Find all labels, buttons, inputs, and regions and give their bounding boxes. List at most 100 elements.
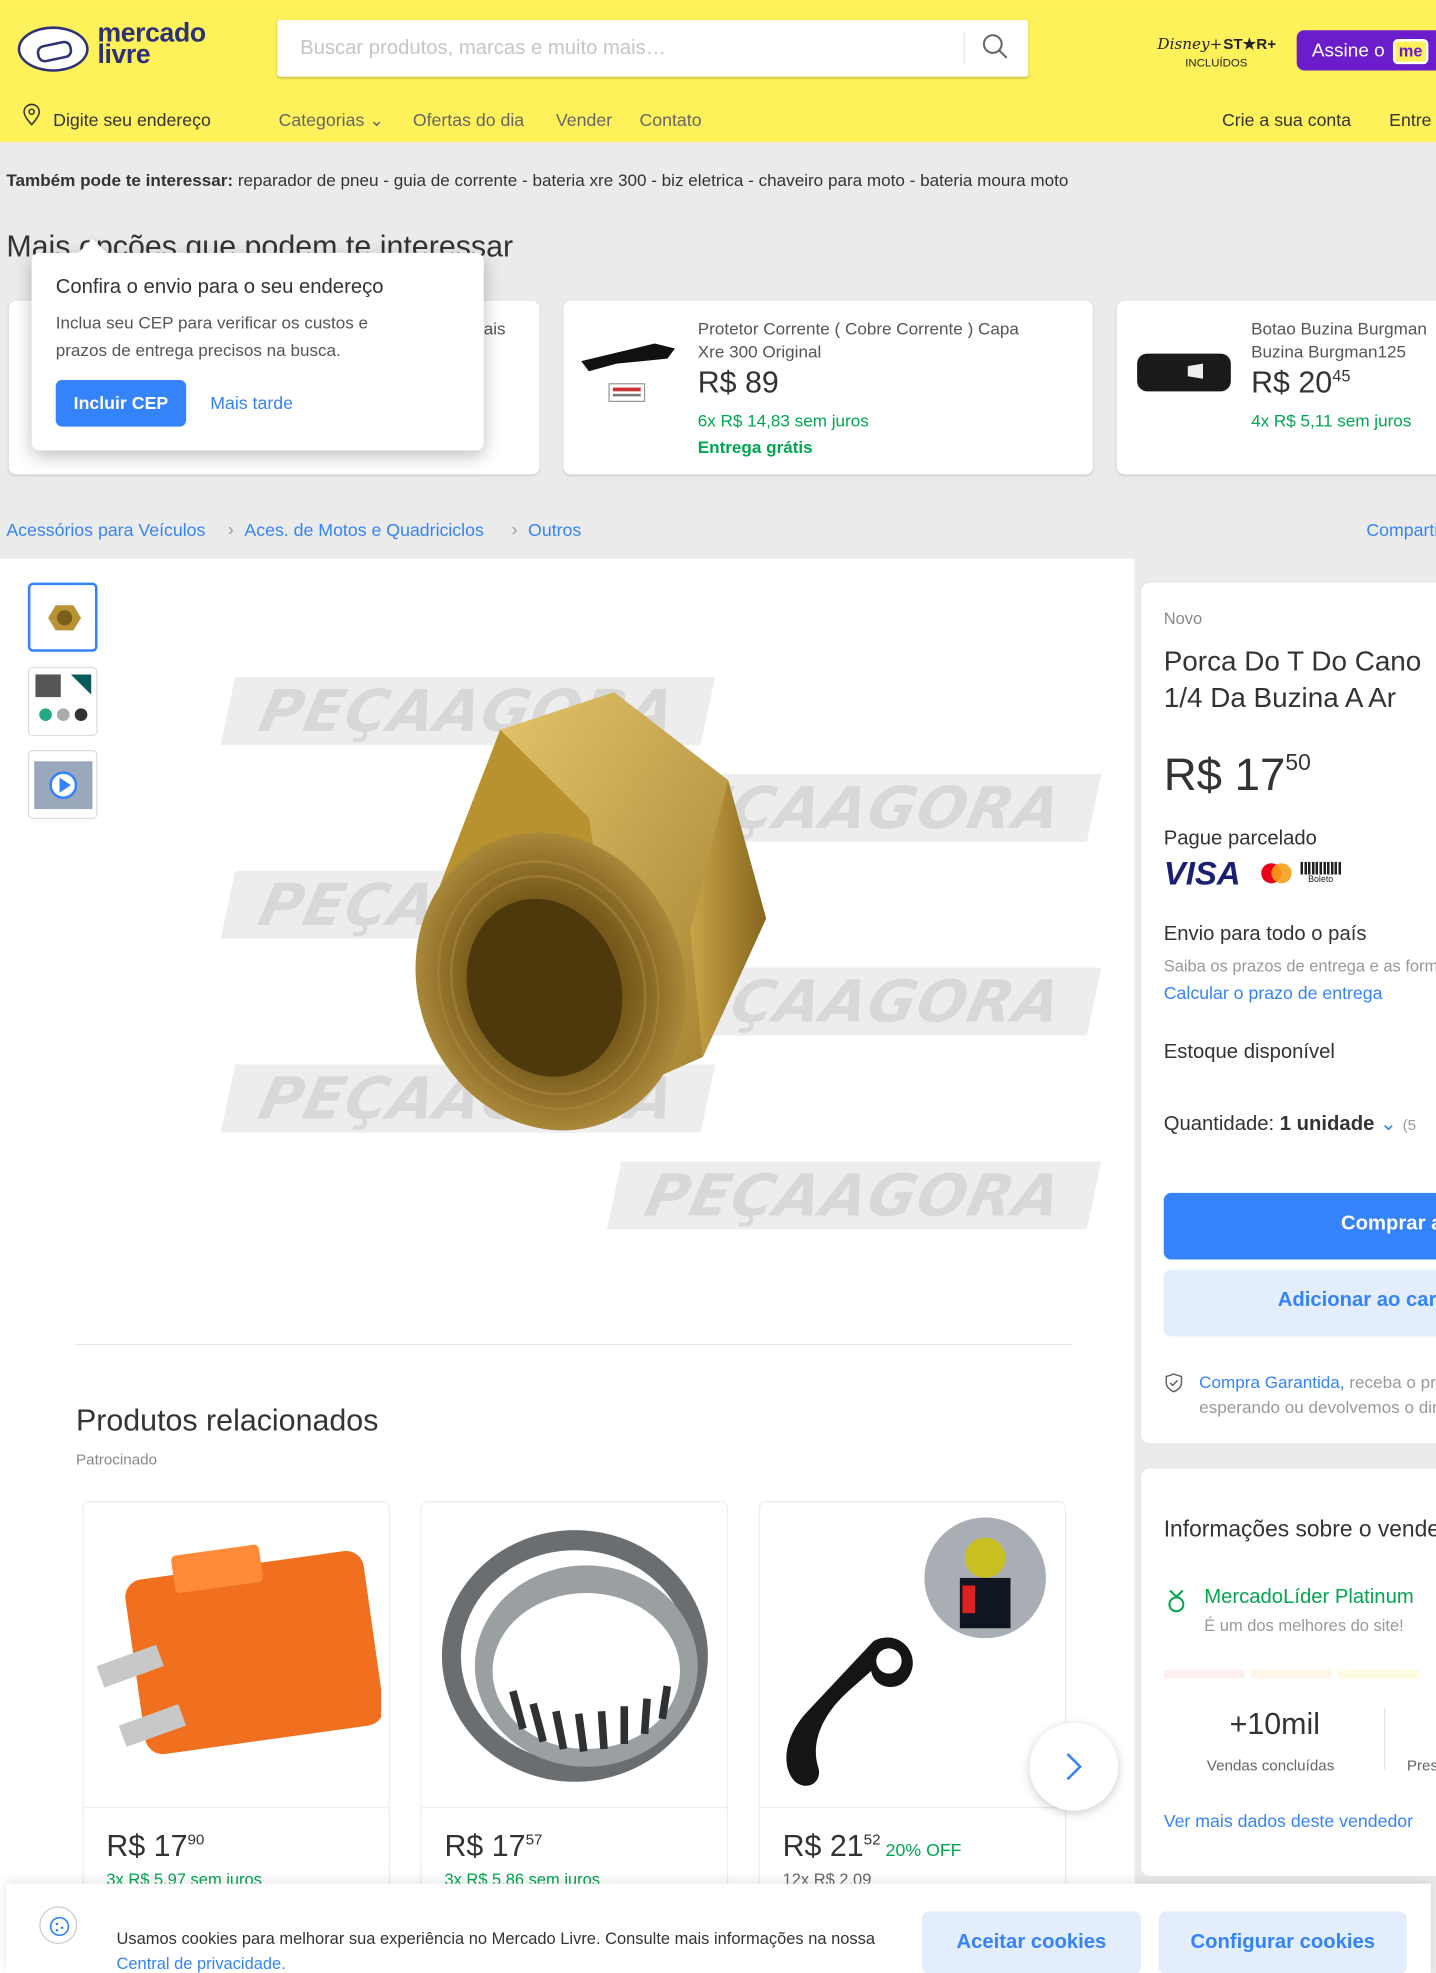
search-input[interactable]: Buscar produtos, marcas e muito mais… [300,38,666,61]
search-bar[interactable]: Buscar produtos, marcas e muito mais… [277,20,1029,77]
thumbnail-video[interactable] [27,749,98,820]
thumbnail-1[interactable] [27,582,98,652]
calculate-shipping-link[interactable]: Calcular o prazo de entrega [1164,983,1383,1003]
boleto-icon[interactable]: Boleto [1300,861,1342,887]
related-searches: Também pode te interessar: reparador de … [6,171,1068,190]
mercadolider-badge: MercadoLíder Platinum [1204,1586,1414,1609]
mercado-livre-logo[interactable]: mercado livre [17,20,221,78]
subscribe-button[interactable]: Assine o me [1296,30,1436,71]
card-price: R$ 2045 [1251,366,1350,401]
promo-text: INCLUÍDOS [1185,56,1248,70]
price-int: R$ 21 [782,1829,864,1864]
create-account-link[interactable]: Crie a sua conta [1222,109,1351,129]
seller-more-link[interactable]: Ver mais dados deste vendedor [1164,1811,1413,1831]
seller-helmet-photo [924,1517,1046,1639]
watermark-text: AGORA [815,1161,1069,1230]
helmet-hook-image [786,1637,913,1786]
chain-guard-image [581,343,675,403]
shipping-text: Saiba os prazos de entrega e as formas d… [1163,956,1436,976]
card-title: Buzina Burgman125 [1251,342,1407,362]
accept-cookies-button[interactable]: Aceitar cookies [921,1911,1141,1973]
installments-title: Pague parcelado [1163,827,1317,850]
sponsored-label: Patrocinado [75,1450,158,1469]
play-video-icon [34,761,93,810]
location-pin-icon[interactable] [23,103,41,126]
nav-deals[interactable]: Ofertas do dia [413,109,524,129]
search-icon[interactable] [981,33,1009,61]
product-title: Porca Do T Do Cano [1163,645,1422,677]
reputation-bar-red [1163,1669,1245,1679]
breadcrumb-item[interactable]: Aces. de Motos e Quadriciclos [244,520,483,540]
subscribe-label: Assine o [1311,40,1385,62]
handshake-icon [17,26,89,72]
card-title: Xre 300 Original [697,342,822,362]
product-image [83,1502,389,1809]
flasher-relay-image [96,1544,382,1755]
price-int: R$ 17 [444,1829,526,1864]
guarantee-link[interactable]: Compra Garantida, [1199,1373,1344,1392]
privacy-center-link[interactable]: Central de privacidade. [116,1954,285,1973]
price-cents: 50 [1285,749,1311,776]
price-int: R$ 17 [106,1829,188,1864]
product-title: 1/4 Da Buzina A Ar [1163,681,1397,714]
price-cents: 45 [1332,366,1351,386]
price-cents: 90 [187,1830,205,1849]
product-price: R$ 2152 20% OFF [783,1830,962,1865]
share-link[interactable]: Compartilhar [1366,520,1436,540]
guarantee-text: receba o produto que está [1349,1372,1436,1392]
card-installments: 4x R$ 5,11 sem juros [1251,411,1412,431]
configure-cookies-button[interactable]: Configurar cookies [1158,1911,1407,1973]
sales-count: +10mil [1229,1707,1320,1742]
thumbnail-2[interactable] [27,666,98,737]
card-title: lais [479,319,506,339]
add-to-cart-button[interactable]: Adicionar ao carrinho [1163,1269,1436,1337]
card-title: Protetor Corrente ( Cobre Corrente ) Cap… [697,319,1019,339]
breadcrumb-item[interactable]: Outros [528,520,581,540]
price-int: R$ 20 [1251,366,1333,401]
include-cep-button[interactable]: Incluir CEP [55,380,187,427]
available-count: (5 [1402,1116,1417,1134]
address-link[interactable]: Digite seu endereço [53,109,211,129]
shipping-title: Envio para todo o país [1163,923,1367,945]
related-searches-links[interactable]: reparador de pneu - guia de corrente - b… [238,171,1068,190]
reputation-bar-yellow [1338,1669,1420,1679]
buy-box: Novo Porca Do T Do Cano 1/4 Da Buzina A … [1139,581,1436,1445]
promo-text: ST★R+ [1223,35,1277,53]
product-main-image[interactable]: PEÇAAGORA PEÇAAGORA PEÇAAGORA PEÇAAGORA … [215,654,1102,1258]
product-price: R$ 1790 [106,1830,204,1865]
nut-thumb-image [48,605,82,631]
buy-now-button[interactable]: Comprar agora [1163,1192,1436,1260]
quantity-label: Quantidade: [1163,1113,1275,1135]
nav-categories[interactable]: Categorias ⌄ [279,109,385,130]
quantity-selector[interactable]: Quantidade: 1 unidade ⌄ (5 [1164,1111,1416,1136]
cookie-glyph [49,1916,70,1937]
product-image [759,1502,1065,1809]
price-int: R$ 17 [1163,748,1286,801]
nav-contact[interactable]: Contato [639,109,701,129]
seller-title: Informações sobre o vendedor [1163,1516,1436,1542]
quantity-value: 1 unidade [1279,1113,1375,1135]
later-link[interactable]: Mais tarde [210,393,293,413]
chevron-right-icon [1066,1753,1082,1781]
discount-badge: 20% OFF [885,1839,962,1860]
breadcrumb-item[interactable]: Acessórios para Veículos [6,520,205,540]
recommendation-card[interactable]: Botao Buzina Burgman Buzina Burgman125 R… [1116,300,1436,475]
nav-sell[interactable]: Vender [556,109,612,129]
product-condition: Novo [1163,609,1203,628]
popup-title: Confira o envio para o seu endereço [55,276,384,299]
visa-icon[interactable]: VISA [1164,854,1241,893]
cookie-icon [39,1906,78,1945]
chevron-down-icon: ⌄ [1379,1113,1397,1135]
needle-bearing-image [441,1530,708,1782]
disney-star-promo[interactable]: Disney+ ST★R+ INCLUÍDOS [1157,30,1286,78]
carousel-next-button[interactable] [1029,1722,1119,1811]
watermark-text: AGORA [815,967,1069,1036]
mastercard-icon[interactable] [1257,862,1295,885]
sales-label: Vendas concluídas [1206,1756,1335,1775]
login-link[interactable]: Entre [1389,109,1431,129]
recommendation-card[interactable]: Protetor Corrente ( Cobre Corrente ) Cap… [563,300,1093,475]
stock-status: Estoque disponível [1163,1041,1335,1064]
related-searches-label: Também pode te interessar: [6,171,234,191]
cookie-message: Usamos cookies para melhorar sua experiê… [116,1928,876,1948]
chevron-right-icon: › [511,518,518,539]
